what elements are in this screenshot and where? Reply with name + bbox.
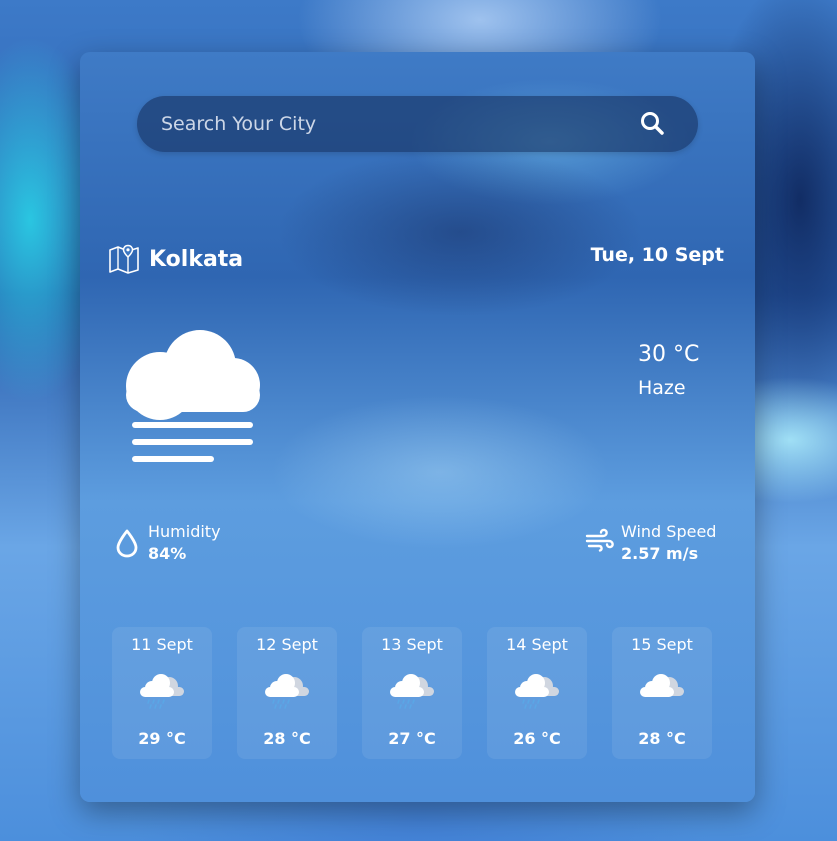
rain-cloud-icon <box>390 674 434 709</box>
cloud-icon <box>640 674 684 697</box>
forecast-temp: 26 °C <box>513 729 561 748</box>
search-icon <box>641 112 664 135</box>
forecast-day: 11 Sept 29 °C <box>112 627 212 759</box>
haze-cloud-icon <box>126 330 260 462</box>
forecast-temp: 27 °C <box>388 729 436 748</box>
rain-cloud-icon <box>515 674 559 709</box>
forecast-day: 14 Sept 26 °C <box>487 627 587 759</box>
forecast-temp: 29 °C <box>138 729 186 748</box>
forecast-day: 15 Sept 28 °C <box>612 627 712 759</box>
search-bar <box>137 96 698 152</box>
forecast-list: 11 Sept 29 °C 12 Sept 28 °C 13 Sept 27 °… <box>112 627 712 759</box>
map-pin-icon <box>109 244 139 274</box>
location: Kolkata <box>108 242 243 276</box>
forecast-day: 13 Sept 27 °C <box>362 627 462 759</box>
current-temperature: 30 °C <box>638 342 700 367</box>
weather-card: Kolkata Tue, 10 Sept 30 °C Haze Humidity… <box>80 52 755 802</box>
wind-label: Wind Speed <box>621 522 717 541</box>
search-button[interactable] <box>637 108 669 140</box>
humidity-stat: Humidity 84% <box>114 522 221 566</box>
forecast-date: 15 Sept <box>631 635 693 654</box>
weather-condition: Haze <box>638 377 686 399</box>
forecast-date: 11 Sept <box>131 635 193 654</box>
rain-cloud-icon <box>265 674 309 709</box>
wind-stat: Wind Speed 2.57 m/s <box>585 522 716 566</box>
forecast-date: 14 Sept <box>506 635 568 654</box>
wind-value: 2.57 m/s <box>621 544 699 563</box>
forecast-temp: 28 °C <box>263 729 311 748</box>
humidity-value: 84% <box>148 544 187 563</box>
rain-cloud-icon <box>140 674 184 709</box>
forecast-day: 12 Sept 28 °C <box>237 627 337 759</box>
humidity-label: Humidity <box>148 522 221 541</box>
current-date: Tue, 10 Sept <box>590 244 724 266</box>
search-input[interactable] <box>161 96 621 152</box>
wind-icon <box>585 528 614 552</box>
forecast-temp: 28 °C <box>638 729 686 748</box>
forecast-date: 13 Sept <box>381 635 443 654</box>
water-drop-icon <box>116 529 138 558</box>
forecast-date: 12 Sept <box>256 635 318 654</box>
city-name: Kolkata <box>149 246 244 272</box>
